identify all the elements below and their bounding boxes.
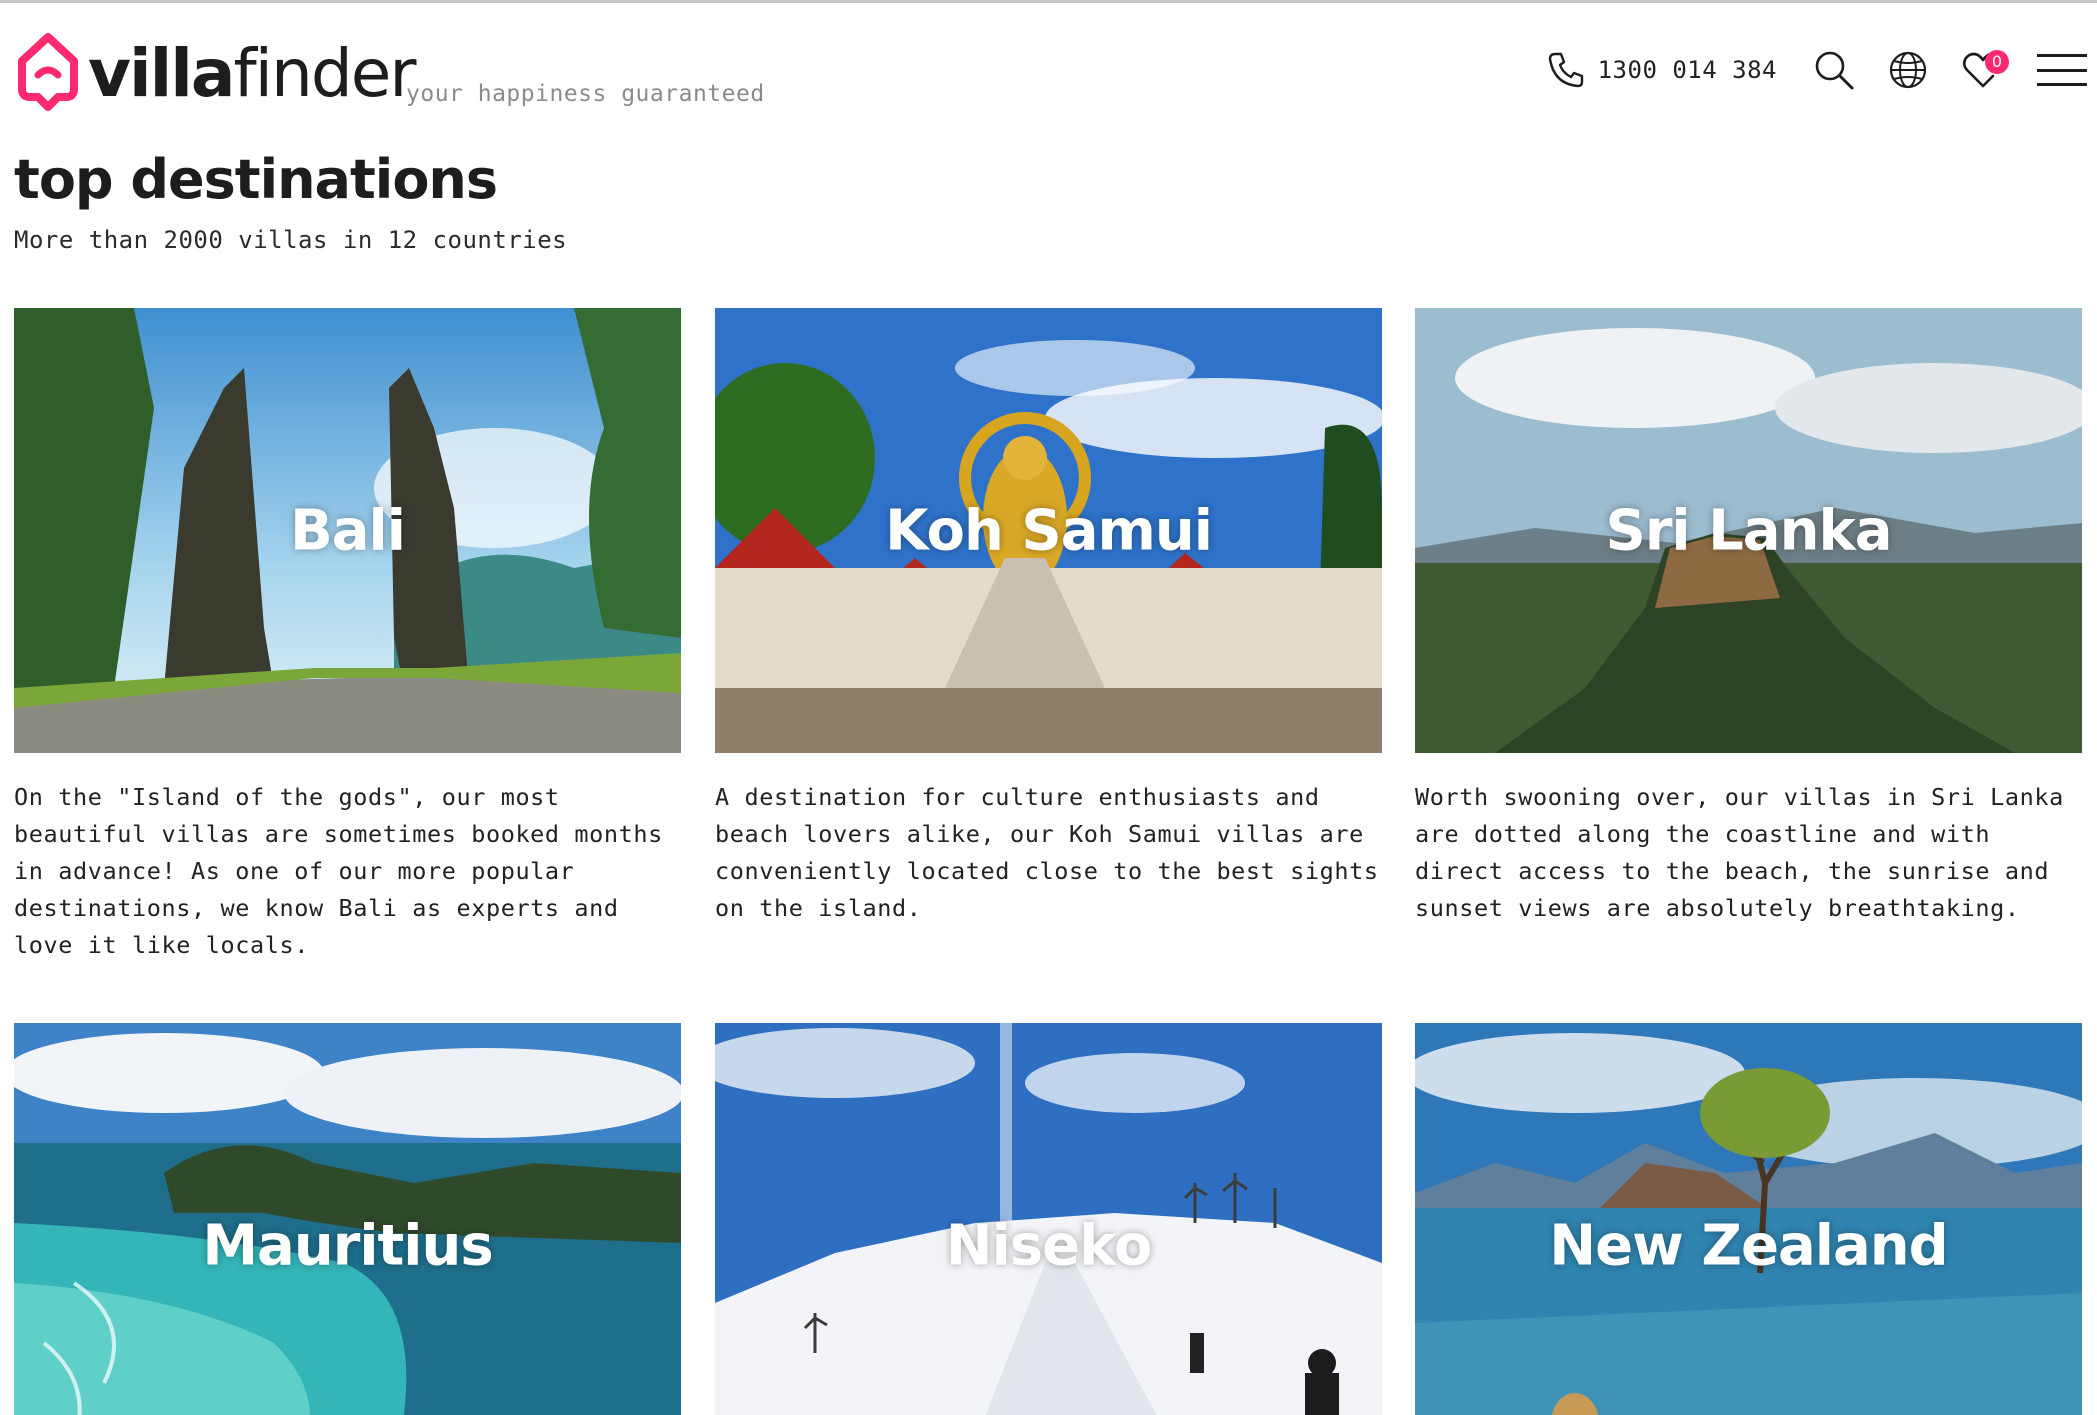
logo-word-finder: finder (233, 35, 416, 112)
destination-title: Mauritius (202, 1213, 493, 1278)
house-pin-logo-icon (18, 33, 78, 111)
header-nav: 1300 014 384 0 (1546, 45, 2087, 95)
destination-card-niseko[interactable]: Niseko (715, 1023, 1382, 1415)
destination-description: A destination for culture enthusiasts an… (715, 783, 1379, 922)
destination-card-mauritius[interactable]: Mauritius (14, 1023, 681, 1415)
destination-title: Niseko (945, 1213, 1153, 1278)
destination-description: Worth swooning over, our villas in Sri L… (1415, 783, 2064, 922)
tagline: your happiness guaranteed (406, 81, 765, 107)
favorites-count-badge: 0 (1985, 50, 2009, 74)
destination-card-sri-lanka[interactable]: Sri Lanka Worth swooning over, our villa… (1415, 308, 2082, 927)
menu-icon[interactable] (2037, 50, 2087, 90)
page-title: top destinations (14, 148, 498, 211)
site-header: villafinder your happiness guaranteed 13… (0, 3, 2097, 113)
destination-title: Sri Lanka (1605, 498, 1892, 563)
search-icon[interactable] (1813, 49, 1855, 91)
page-subtitle: More than 2000 villas in 12 countries (14, 226, 568, 254)
destination-title: Koh Samui (885, 498, 1213, 563)
destination-image-new-zealand[interactable]: New Zealand (1415, 1023, 2082, 1415)
destination-image-sri-lanka[interactable]: Sri Lanka (1415, 308, 2082, 753)
destination-image-koh-samui[interactable]: Koh Samui (715, 308, 1382, 753)
menu-line (2037, 68, 2087, 72)
destination-card-new-zealand[interactable]: New Zealand (1415, 1023, 2082, 1415)
destination-image-niseko[interactable]: Niseko (715, 1023, 1382, 1415)
globe-icon[interactable] (1887, 49, 1929, 91)
destination-card-bali[interactable]: Bali On the "Island of the gods", our mo… (14, 308, 681, 964)
menu-line (2037, 54, 2087, 57)
destination-title: Bali (290, 498, 406, 563)
destination-image-mauritius[interactable]: Mauritius (14, 1023, 681, 1415)
villafinder-logo[interactable]: villafinder (14, 31, 416, 112)
destination-description: On the "Island of the gods", our most be… (14, 783, 663, 959)
destination-card-koh-samui[interactable]: Koh Samui A destination for culture enth… (715, 308, 1382, 927)
phone-number[interactable]: 1300 014 384 (1598, 56, 1777, 84)
phone-icon[interactable] (1546, 50, 1586, 90)
destination-image-bali[interactable]: Bali (14, 308, 681, 753)
destination-title: New Zealand (1549, 1213, 1948, 1278)
logo-word-villa: villa (88, 35, 235, 112)
menu-line (2037, 83, 2087, 86)
favorites-button[interactable]: 0 (1961, 48, 2009, 92)
